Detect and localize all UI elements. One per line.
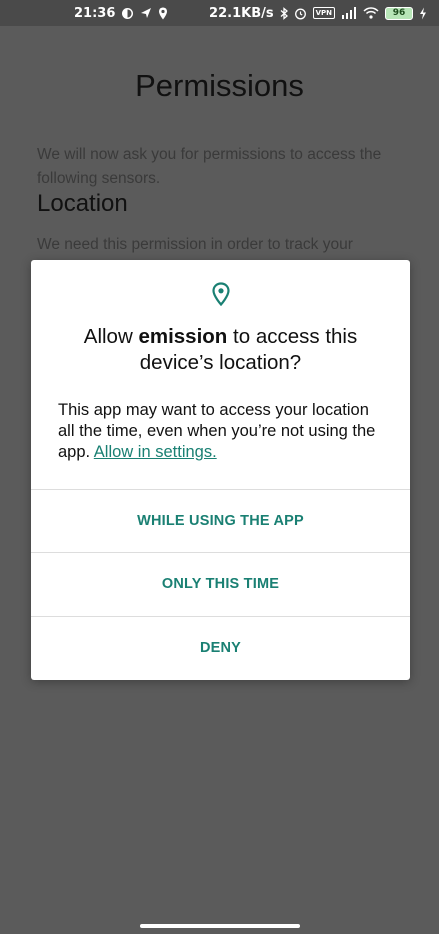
network-speed: 22.1KB/s (209, 5, 274, 21)
status-bar: 21:36 22.1KB/s VPN 96 (0, 0, 439, 26)
section-text: We need this permission in order to trac… (37, 236, 353, 253)
deny-button[interactable]: DENY (31, 617, 410, 679)
circle-icon (121, 7, 134, 20)
dialog-title: Allow emission to access this device’s l… (51, 324, 390, 376)
wifi-icon (363, 7, 379, 19)
battery-icon: 96 (385, 6, 413, 20)
status-right: 22.1KB/s VPN 96 (209, 6, 427, 21)
alarm-icon (294, 7, 307, 20)
signal-icon (341, 7, 357, 19)
section-title: Location (37, 190, 128, 217)
dialog-title-prefix: Allow (83, 325, 139, 348)
page-title: Permissions (135, 68, 304, 103)
navigation-handle[interactable] (140, 924, 300, 928)
app-name: emission (138, 325, 228, 348)
send-icon (140, 7, 152, 19)
location-icon (158, 7, 168, 20)
bluetooth-icon (280, 6, 288, 20)
dialog-body: This app may want to access your locatio… (58, 400, 388, 463)
location-pin-icon (31, 282, 410, 308)
vpn-icon: VPN (312, 7, 335, 19)
allow-in-settings-link[interactable]: Allow in settings. (94, 443, 217, 461)
while-using-app-button[interactable]: WHILE USING THE APP (31, 490, 410, 552)
only-this-time-button[interactable]: ONLY THIS TIME (31, 553, 410, 615)
intro-text: We will now ask you for permissions to a… (37, 146, 382, 187)
charging-icon (419, 7, 427, 20)
status-left: 21:36 (74, 6, 168, 21)
permission-dialog: Allow emission to access this device’s l… (31, 260, 410, 680)
status-time: 21:36 (74, 5, 116, 21)
